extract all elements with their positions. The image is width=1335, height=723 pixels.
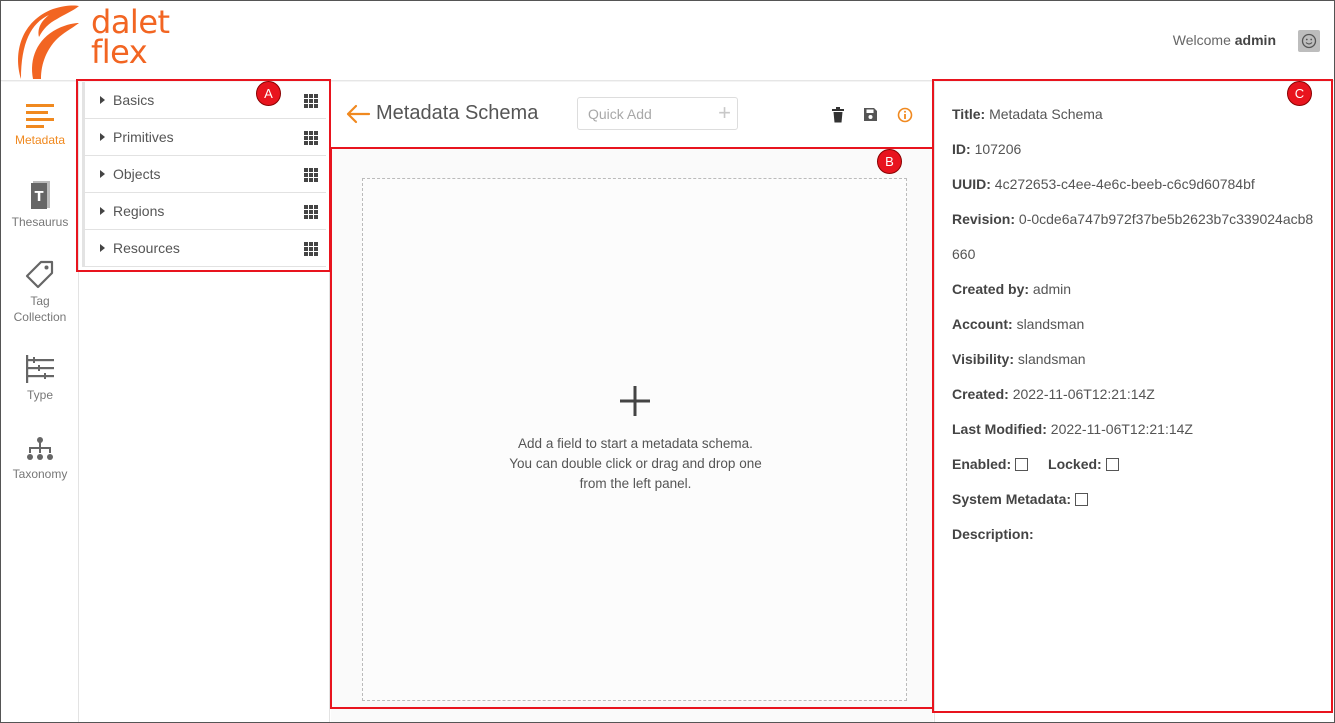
username: admin	[1234, 32, 1276, 48]
nav-item-tag-collection[interactable]: Tag Collection	[1, 259, 79, 325]
palette-item-label: Primitives	[113, 129, 174, 145]
back-arrow-icon[interactable]	[345, 104, 371, 124]
logo-swoosh-icon	[18, 5, 79, 80]
nav-label-collection: Collection	[13, 310, 67, 324]
welcome-message: Welcome admin	[1173, 32, 1276, 48]
book-icon: T	[31, 181, 50, 209]
quick-add-field[interactable]: +	[577, 97, 738, 130]
palette-item-label: Regions	[113, 203, 165, 219]
left-navigation: Metadata T Thesaurus Tag Collection Type	[1, 82, 79, 722]
palette-item-label: Objects	[113, 166, 161, 182]
nav-label-taxonomy: Taxonomy	[12, 467, 68, 481]
grid-icon[interactable]	[304, 242, 318, 256]
add-field-plus-icon[interactable]	[618, 384, 652, 418]
welcome-prefix: Welcome	[1172, 32, 1231, 48]
caret-right-icon	[100, 96, 105, 104]
info-icon[interactable]	[897, 107, 913, 123]
nav-item-metadata[interactable]: Metadata	[1, 102, 79, 148]
page-title: Metadata Schema	[376, 102, 539, 124]
palette-item-resources[interactable]: Resources	[82, 230, 326, 267]
taxonomy-icon	[27, 437, 53, 460]
save-icon[interactable]	[863, 107, 878, 122]
palette-item-basics[interactable]: Basics	[82, 82, 326, 119]
palette-item-regions[interactable]: Regions	[82, 193, 326, 230]
user-avatar-button[interactable]	[1298, 30, 1320, 52]
prop-created-by: Created by: admin	[952, 281, 1072, 297]
smiley-face-icon	[1301, 33, 1317, 49]
caret-right-icon	[100, 170, 105, 178]
annotation-badge-b: B	[877, 149, 902, 174]
prop-enabled-locked: Enabled: Locked:	[952, 456, 1119, 472]
plus-icon[interactable]: +	[718, 102, 731, 124]
field-palette-panel: Basics Primitives Objects Regions Resour…	[80, 82, 330, 722]
prop-created: Created: 2022-11-06T12:21:14Z	[952, 386, 1155, 402]
palette-item-objects[interactable]: Objects	[82, 156, 326, 193]
grid-icon[interactable]	[304, 168, 318, 182]
caret-right-icon	[100, 133, 105, 141]
system-metadata-checkbox[interactable]	[1075, 493, 1089, 506]
caret-right-icon	[100, 207, 105, 215]
schema-canvas: Add a field to start a metadata schema. …	[331, 148, 933, 722]
prop-visibility: Visibility: slandsman	[952, 351, 1086, 367]
lines-icon	[26, 104, 54, 128]
annotation-badge-a: A	[256, 81, 281, 106]
type-hierarchy-icon	[26, 355, 54, 383]
palette-item-label: Basics	[113, 92, 155, 108]
quick-add-input[interactable]	[588, 105, 718, 122]
nav-item-type[interactable]: Type	[1, 355, 79, 403]
prop-last-modified: Last Modified: 2022-11-06T12:21:14Z	[952, 421, 1193, 437]
app-header: dalet flex Welcome admin	[1, 1, 1334, 81]
nav-label-tag: Tag	[30, 294, 50, 308]
annotation-badge-c: C	[1287, 81, 1312, 106]
dalet-flex-logo[interactable]: dalet flex	[13, 3, 173, 81]
nav-label-thesaurus: Thesaurus	[11, 215, 69, 229]
prop-system-metadata: System Metadata:	[952, 491, 1089, 507]
palette-item-primitives[interactable]: Primitives	[82, 119, 326, 156]
enabled-label: Enabled:	[952, 456, 1012, 472]
prop-title: Title: Metadata Schema	[952, 106, 1103, 122]
grid-icon[interactable]	[304, 205, 318, 219]
trash-icon[interactable]	[831, 107, 845, 123]
locked-checkbox[interactable]	[1105, 458, 1119, 471]
palette-item-label: Resources	[113, 240, 180, 256]
nav-item-taxonomy[interactable]: Taxonomy	[1, 436, 79, 482]
prop-id: ID: 107206	[952, 141, 1022, 157]
grid-icon[interactable]	[304, 131, 318, 145]
logo-text: dalet flex	[91, 3, 170, 71]
grid-icon[interactable]	[304, 94, 318, 108]
prop-revision-cont: 660	[952, 246, 976, 262]
prop-description: Description:	[952, 526, 1034, 542]
field-dropzone[interactable]: Add a field to start a metadata schema. …	[362, 178, 907, 701]
tag-icon	[25, 260, 54, 289]
nav-item-thesaurus[interactable]: T Thesaurus	[1, 180, 79, 230]
nav-label-metadata: Metadata	[14, 133, 66, 147]
prop-account: Account: slandsman	[952, 316, 1085, 332]
system-metadata-label: System Metadata:	[952, 491, 1072, 507]
caret-right-icon	[100, 244, 105, 252]
prop-revision: Revision: 0-0cde6a747b972f37be5b2623b7c3…	[952, 211, 1314, 227]
enabled-checkbox[interactable]	[1015, 458, 1029, 471]
locked-label: Locked:	[1048, 456, 1102, 472]
nav-label-type: Type	[26, 388, 53, 402]
schema-toolbar: Metadata Schema +	[331, 82, 933, 148]
dropzone-hint: Add a field to start a metadata schema. …	[509, 436, 762, 491]
prop-uuid: UUID: 4c272653-c4ee-4e6c-beeb-c6c9d60784…	[952, 176, 1255, 192]
svg-text:T: T	[35, 190, 44, 205]
schema-properties-panel: Title: Metadata Schema ID: 107206 UUID: …	[934, 82, 1334, 722]
